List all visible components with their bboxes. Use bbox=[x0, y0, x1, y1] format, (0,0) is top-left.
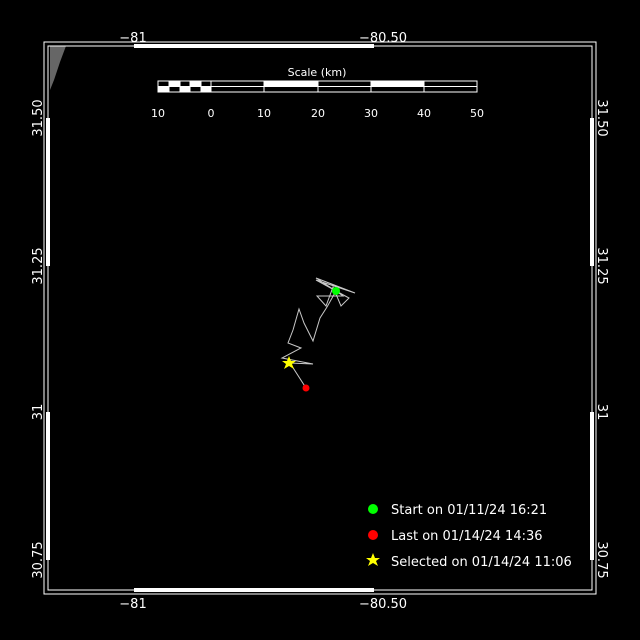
legend-start-icon bbox=[368, 504, 378, 514]
scale-title: Scale (km) bbox=[288, 66, 347, 79]
lon-tick-top-80-50: −80.50 bbox=[359, 31, 407, 46]
legend-selected-star-icon bbox=[366, 553, 380, 566]
last-marker bbox=[302, 384, 310, 392]
scale-label-20: 20 bbox=[311, 107, 325, 120]
lon-tick-bottom-80-50: −80.50 bbox=[359, 597, 407, 612]
lon-tick-top-81: −81 bbox=[119, 31, 146, 46]
lat-tick-right-31-25: 31.25 bbox=[594, 247, 609, 284]
drifter-track bbox=[280, 277, 356, 389]
lon-tick-bottom-81: −81 bbox=[119, 597, 146, 612]
land-area bbox=[50, 46, 66, 90]
lat-tick-left-31: 31 bbox=[31, 404, 46, 421]
scale-label-0: 0 bbox=[208, 107, 215, 120]
lat-tick-right-31-50: 31.50 bbox=[594, 99, 609, 136]
scale-label-50: 50 bbox=[470, 107, 484, 120]
start-marker bbox=[332, 287, 340, 295]
legend-last-label: Last on 01/14/24 14:36 bbox=[391, 529, 543, 544]
lat-tick-right-31: 31 bbox=[594, 404, 609, 421]
legend-last-icon bbox=[368, 530, 378, 540]
lat-tick-left-31-50: 31.50 bbox=[31, 99, 46, 136]
map-canvas: −81 −80.50 −81 −80.50 31.50 31.25 31 30.… bbox=[31, 31, 609, 612]
scale-label-30: 30 bbox=[364, 107, 378, 120]
legend-selected-label: Selected on 01/14/24 11:06 bbox=[391, 555, 572, 570]
scale-label-10: 10 bbox=[257, 107, 271, 120]
lat-tick-left-30-75: 30.75 bbox=[31, 541, 46, 578]
scale-label-40: 40 bbox=[417, 107, 431, 120]
legend-start-label: Start on 01/11/24 16:21 bbox=[391, 503, 547, 518]
lat-tick-right-30-75: 30.75 bbox=[594, 541, 609, 578]
lat-tick-left-31-25: 31.25 bbox=[31, 247, 46, 284]
legend: Start on 01/11/24 16:21 Last on 01/14/24… bbox=[366, 503, 572, 570]
scale-label-10-left: 10 bbox=[151, 107, 165, 120]
scale-bar: Scale (km) 10 0 10 20 30 40 50 bbox=[151, 66, 484, 120]
